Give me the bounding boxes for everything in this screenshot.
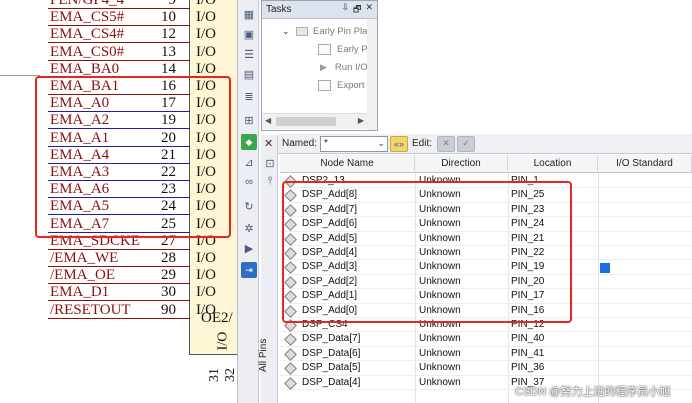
cancel-edit-button[interactable]: ✕ [437,135,456,152]
chevron-down-icon[interactable]: ⌄ [377,138,385,149]
direction-cell[interactable]: Unknown [419,361,505,375]
location-cell[interactable]: PIN_40 [511,332,595,346]
edit-label: Edit: [412,138,433,149]
pin-down-icon[interactable]: ⇩ [341,2,349,18]
pin-icon[interactable]: ⫯ [262,173,278,189]
table-row[interactable]: DSP_Data[7] Unknown PIN_40 [280,332,692,347]
tasks-horizontal-scrollbar[interactable]: ◀ ▶ [262,113,367,129]
pin-io-type: I/O [196,284,216,301]
direction-cell[interactable]: Unknown [419,376,505,390]
refresh-icon[interactable]: ↻ [241,198,257,214]
pin-node-icon [286,335,295,343]
hierarchy-icon[interactable]: ⊿ [241,154,257,170]
pin-node-icon [286,350,295,358]
settings-icon[interactable]: ✲ [241,220,257,236]
pin-io-type: I/O [196,267,216,284]
tasks-panel: Tasks ⇩ 🗗 ✕ ⌄ Early Pin Plan Early Pin ▶… [261,0,378,131]
tasks-vertical-scrollbar[interactable] [367,19,377,130]
grid-icon[interactable]: ▦ [241,6,257,22]
side-toolbar: ▦ ▣ ☰ ▤ ≣ ⊞ ◆ ⊿ ∞ ↻ ✲ ▶ ⇥ [237,0,259,403]
chevron-down-icon[interactable]: ⌄ [282,26,292,37]
schematic-pin-row: EMA_D1 30 I/O [0,285,237,302]
table-row[interactable]: DSP_Data[6] Unknown PIN_41 [280,347,692,362]
pin-io-type: I/O [196,26,216,43]
table-header: Node Name Direction Location I/O Standar… [280,155,692,173]
schematic-pin-row: /EMA_WE 28 I/O [0,251,237,268]
named-label: Named: [282,138,318,149]
layers-icon[interactable]: ≣ [241,88,257,104]
bottom-pin-number: 31 [207,368,222,382]
named-filter-value: * [324,138,328,149]
pin-io-type: I/O [196,250,216,266]
chip-label-rotated: I/O [215,331,231,351]
node-name-cell[interactable]: DSP_Data[6] [302,347,412,361]
task-icon [318,43,331,55]
tab-all-pins[interactable]: All Pins [258,339,269,372]
task-label: Early Pin Plan [313,25,373,37]
location-cell[interactable]: PIN_41 [511,347,595,361]
node-name-cell[interactable]: DSP_Data[4] [302,376,412,390]
scroll-right-icon[interactable]: ▶ [358,116,364,125]
stack-icon[interactable]: ▤ [241,66,257,82]
task-icon [318,79,331,91]
pin-io-type: I/O [196,9,216,26]
watermark: CSDN @努力上进的程序员小旭 [515,386,671,398]
close-icon[interactable]: ✕ [264,137,273,150]
binoculars-icon[interactable]: ∞ [241,174,257,190]
schematic-panel: PEN/GP4_4 9 I/O EMA_CS5# 10 I/O EMA_CS4# 12 I/O E… [0,0,237,403]
column-header[interactable]: I/O Standard [598,155,692,173]
tasks-header: Tasks ⇩ 🗗 ✕ [262,1,377,19]
task-label: Run I/O [334,61,368,73]
tasks-title: Tasks [266,4,292,15]
scroll-left-icon[interactable]: ◀ [265,116,271,125]
bottom-pin-number: 32 [223,368,237,382]
close-icon[interactable]: ✕ [365,2,373,18]
chip-label: OE2/ [201,310,233,326]
run-icon: ▶ [320,61,327,72]
float-window-icon[interactable]: 🗗 [353,2,361,18]
named-filter-input[interactable]: * ⌄ [320,135,389,152]
node-name-cell[interactable]: DSP_Data[5] [302,361,412,375]
filter-bar: Named: * ⌄ «» Edit: ✕ ✓ [278,134,692,154]
folder-icon [296,26,308,36]
apply-filter-button[interactable]: «» [390,135,409,152]
schematic-pin-row: EMA_CS4# 12 I/O [0,27,237,44]
chip-icon[interactable]: ▣ [241,26,257,42]
pin-io-type: I/O [196,43,216,60]
pin-planner-icon[interactable]: ⊞ [241,112,257,128]
direction-cell[interactable]: Unknown [419,347,505,361]
dock-icon[interactable]: ⊡ [262,155,278,171]
direction-cell[interactable]: Unknown [419,332,505,346]
table-row[interactable]: DSP_Data[5] Unknown PIN_36 [280,361,692,376]
accept-edit-button[interactable]: ✓ [457,135,476,152]
schematic-pin-row: /EMA_OE 29 I/O [0,268,237,285]
location-cell[interactable]: PIN_36 [511,361,595,375]
column-header[interactable]: Node Name [280,155,415,173]
green-pin-icon[interactable]: ◆ [241,134,257,150]
scroll-thumb[interactable] [276,117,336,126]
list-icon[interactable]: ☰ [241,46,257,62]
schematic-pin-row: EMA_CS5# 10 I/O [0,10,237,27]
column-header[interactable]: Location [508,155,598,173]
pin-node-icon [286,364,295,372]
blue-pin-icon[interactable]: ⇥ [241,262,257,278]
highlight-box-schematic [35,76,231,238]
io-standard-marker[interactable] [600,263,610,274]
pin-node-icon [286,379,295,387]
net-wire [48,317,190,319]
column-header[interactable]: Direction [415,155,508,173]
run-icon[interactable]: ▶ [241,240,257,256]
highlight-box-table [282,181,572,323]
schematic-pin-row: EMA_CS0# 13 I/O [0,43,237,62]
node-name-cell[interactable]: DSP_Data[7] [302,332,412,346]
